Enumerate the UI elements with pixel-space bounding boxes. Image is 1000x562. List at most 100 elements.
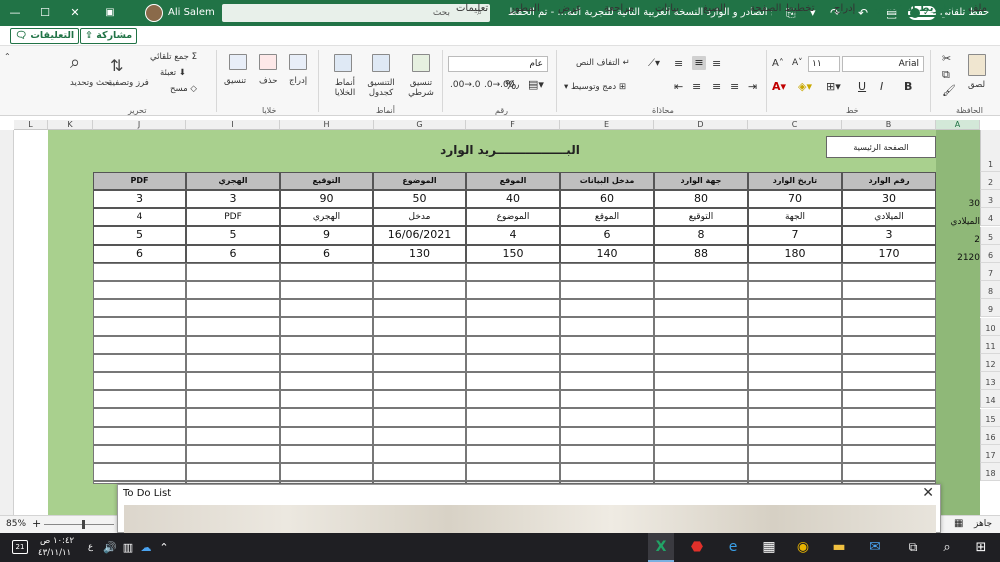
sort-filter-icon[interactable]: ⇅	[110, 56, 123, 75]
table-cell[interactable]: 4	[93, 208, 186, 227]
home-page-button[interactable]: الصفحة الرئيسية	[826, 136, 936, 158]
empty-cell[interactable]	[654, 463, 748, 482]
table-cell[interactable]: 60	[560, 190, 654, 209]
align-middle-icon[interactable]: ≡	[692, 56, 706, 70]
empty-cell[interactable]	[560, 463, 654, 482]
table-header-cell[interactable]: الهجري	[186, 172, 280, 190]
empty-cell[interactable]	[280, 390, 373, 409]
empty-cell[interactable]	[560, 444, 654, 463]
empty-cell[interactable]	[280, 335, 373, 354]
empty-cell[interactable]	[748, 317, 842, 336]
table-cell[interactable]: 6	[560, 226, 654, 245]
empty-cell[interactable]	[654, 281, 748, 300]
table-cell[interactable]: 50	[373, 190, 466, 209]
empty-cell[interactable]	[186, 335, 280, 354]
undo-icon[interactable]: ↶	[858, 0, 868, 26]
search-icon[interactable]: ⌕	[934, 533, 960, 562]
comma-style-icon[interactable]: ٫	[516, 80, 519, 91]
onedrive-icon[interactable]: ☁	[138, 533, 154, 562]
empty-cell[interactable]	[466, 390, 560, 409]
column-header[interactable]: F	[466, 120, 560, 130]
merge-center-button[interactable]: ▾ دمج وتوسيط ⊞	[564, 82, 626, 92]
tab-formulas[interactable]: الصيغ	[703, 3, 726, 14]
empty-cell[interactable]	[280, 353, 373, 372]
empty-cell[interactable]	[466, 317, 560, 336]
empty-cell[interactable]	[748, 426, 842, 445]
empty-cell[interactable]	[186, 408, 280, 427]
tab-review[interactable]: مراجعة	[604, 3, 634, 14]
input-language[interactable]: ع	[88, 542, 93, 552]
table-cell[interactable]: الموقع	[560, 208, 654, 227]
zoom-level[interactable]: 85%	[6, 519, 26, 529]
empty-cell[interactable]	[373, 426, 466, 445]
font-color-icon[interactable]: A▾	[772, 80, 786, 93]
empty-cell[interactable]	[373, 299, 466, 318]
format-painter-icon[interactable]: 🖌	[942, 84, 956, 97]
column-a-value[interactable]: 2120	[938, 253, 980, 263]
table-cell[interactable]: 70	[748, 190, 842, 209]
empty-cell[interactable]	[373, 317, 466, 336]
cut-icon[interactable]: ✂	[942, 52, 951, 65]
row-header[interactable]: 14	[980, 390, 1000, 409]
windows-start-icon[interactable]: ⊞	[968, 533, 994, 562]
empty-cell[interactable]	[842, 408, 936, 427]
clock-date[interactable]: ٤٣/١١/١١	[38, 548, 71, 558]
empty-cell[interactable]	[748, 299, 842, 318]
table-header-cell[interactable]: تاريخ الوارد	[748, 172, 842, 190]
empty-cell[interactable]	[186, 444, 280, 463]
table-cell[interactable]: 140	[560, 244, 654, 263]
cell-styles-button[interactable]: أنماط الخلايا	[330, 78, 360, 98]
tab-data[interactable]: بيانات	[655, 3, 679, 14]
empty-cell[interactable]	[373, 390, 466, 409]
table-cell[interactable]: 130	[373, 244, 466, 263]
fill-button[interactable]: تعبئة ⬇	[160, 68, 186, 78]
font-size-dropdown[interactable]: ١١	[808, 56, 840, 72]
align-right-icon[interactable]: ≡	[730, 80, 739, 93]
table-cell[interactable]: الموضوع	[466, 208, 560, 227]
empty-cell[interactable]	[93, 463, 186, 482]
collapse-ribbon-icon[interactable]: ⌃	[4, 52, 11, 61]
table-cell[interactable]: الهجري	[280, 208, 373, 227]
conditional-format-button[interactable]: تنسيق شرطي	[404, 78, 438, 98]
empty-cell[interactable]	[654, 390, 748, 409]
empty-cell[interactable]	[654, 444, 748, 463]
row-header[interactable]: 1	[980, 130, 1000, 172]
column-header[interactable]: C	[748, 120, 842, 130]
sort-filter-button[interactable]: فرز وتصفية	[108, 78, 149, 88]
empty-cell[interactable]	[373, 353, 466, 372]
empty-cell[interactable]	[466, 426, 560, 445]
column-a-value[interactable]: الميلادي	[938, 217, 980, 227]
empty-cell[interactable]	[842, 335, 936, 354]
tab-file[interactable]: ملف	[968, 3, 987, 14]
empty-cell[interactable]	[186, 426, 280, 445]
empty-cell[interactable]	[748, 335, 842, 354]
orientation-icon[interactable]: ⟋▾	[648, 58, 660, 69]
empty-cell[interactable]	[560, 408, 654, 427]
table-cell[interactable]: 88	[654, 244, 748, 263]
empty-cell[interactable]	[373, 408, 466, 427]
empty-cell[interactable]	[466, 335, 560, 354]
empty-cell[interactable]	[186, 299, 280, 318]
table-cell[interactable]: PDF	[186, 208, 280, 227]
empty-cell[interactable]	[373, 281, 466, 300]
clock-time[interactable]: ١٠:٤٢ ص	[40, 536, 74, 546]
empty-cell[interactable]	[466, 372, 560, 391]
table-cell[interactable]: 3	[93, 190, 186, 209]
empty-cell[interactable]	[654, 317, 748, 336]
row-header[interactable]: 8	[980, 281, 1000, 300]
column-header[interactable]: G	[374, 120, 466, 130]
empty-cell[interactable]	[373, 444, 466, 463]
empty-cell[interactable]	[373, 372, 466, 391]
tab-home[interactable]: الشريط الرئيسي	[874, 3, 958, 17]
table-cell[interactable]: 5	[186, 226, 280, 245]
empty-cell[interactable]	[842, 444, 936, 463]
table-header-cell[interactable]: التوقيع	[280, 172, 373, 190]
acrobat-taskbar-icon[interactable]: ⬣	[684, 533, 710, 562]
borders-icon[interactable]: ⊞▾	[826, 80, 841, 93]
empty-cell[interactable]	[748, 372, 842, 391]
empty-cell[interactable]	[560, 335, 654, 354]
row-header[interactable]: 16	[980, 426, 1000, 445]
insert-button[interactable]: إدراج	[289, 76, 307, 86]
empty-cell[interactable]	[280, 444, 373, 463]
table-cell[interactable]: 6	[93, 244, 186, 263]
